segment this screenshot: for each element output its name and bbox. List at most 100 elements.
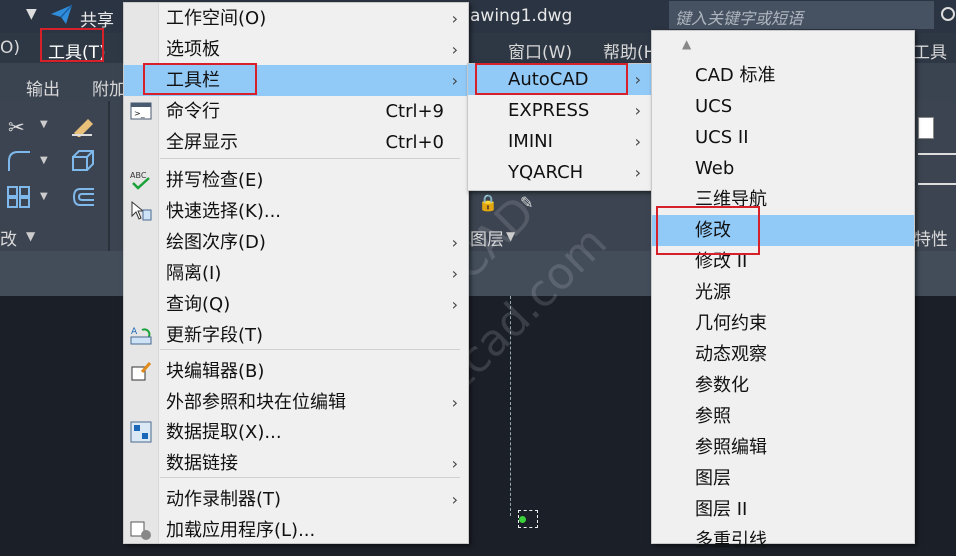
autocad-submenu-item[interactable]: 参数化 [652, 370, 914, 401]
menu-item-shortcut: Ctrl+9 [385, 101, 444, 122]
submenu-arrow-icon: › [451, 9, 458, 28]
menu-separator [160, 477, 460, 478]
menu-item-label: 动态观察 [695, 344, 767, 365]
menu-item-label: 快速选择(K)... [166, 201, 282, 222]
dropdown-icon[interactable]: ▼ [40, 119, 48, 130]
menu-item-label: 几何约束 [695, 313, 767, 334]
menu-item-label: Web [695, 158, 735, 179]
menu-separator [160, 349, 460, 350]
menu-item-label: 动作录制器(T) [166, 489, 282, 510]
autocad-submenu-item[interactable]: UCS II [652, 122, 914, 153]
search-input[interactable]: 键入关键字或短语 [669, 1, 934, 29]
share-icon[interactable] [50, 4, 73, 26]
menu-separator [160, 158, 460, 159]
tab-output[interactable]: 输出 [26, 75, 60, 100]
autocad-submenu-item[interactable]: 参照 [652, 401, 914, 432]
panel-modify-label[interactable]: 改 [0, 225, 17, 250]
abc-icon: ABC [130, 169, 152, 191]
tools-menu-item[interactable]: 查询(Q) › [124, 289, 468, 320]
autocad-submenu-item[interactable]: 光源 [652, 277, 914, 308]
menu-item-label: 参照编辑 [695, 437, 767, 458]
svg-text:ABC: ABC [130, 171, 147, 180]
tools-menu-item[interactable]: 命令行 Ctrl+9 >_ [124, 96, 468, 127]
search-icon[interactable] [940, 6, 956, 28]
dropdown-icon[interactable]: ▼ [40, 155, 48, 166]
autocad-submenu-item[interactable]: 多重引线 [652, 525, 914, 556]
menu-item-label: 更新字段(T) [166, 325, 264, 346]
autocad-submenu-item[interactable]: UCS [652, 91, 914, 122]
box-3d-icon[interactable] [70, 149, 96, 177]
menu-window[interactable]: 窗口(W) [508, 38, 572, 63]
autocad-submenu-item[interactable]: 几何约束 [652, 308, 914, 339]
menu-item-label: 查询(Q) [166, 294, 231, 315]
search-placeholder: 键入关键字或短语 [675, 9, 804, 28]
tools-menu-item[interactable]: 块编辑器(B) [124, 356, 468, 387]
annotation-modify-box [656, 206, 760, 255]
property-line-2 [918, 183, 956, 185]
toolbar-submenu-item[interactable]: YQARCH › [468, 157, 651, 188]
menu-item-label: 绘图次序(D) [166, 232, 266, 253]
color-swatch[interactable] [918, 117, 934, 139]
tools-menu-item[interactable]: 加载应用程序(L)... [124, 515, 468, 546]
toolbar-submenu-item[interactable]: EXPRESS › [468, 95, 651, 126]
tools-menu-item[interactable]: 数据提取(X)... [124, 417, 468, 448]
tab-addon[interactable]: 附加 [92, 75, 126, 100]
erase-icon[interactable] [70, 115, 96, 141]
autocad-submenu-item[interactable]: 动态观察 [652, 339, 914, 370]
autocad-submenu-item[interactable]: 图层 II [652, 494, 914, 525]
autocad-submenu-item[interactable]: 参照编辑 [652, 432, 914, 463]
green-dot-icon [519, 516, 526, 523]
tools-menu-item[interactable]: 绘图次序(D) › [124, 227, 468, 258]
scroll-up-icon[interactable]: ▲ [682, 37, 691, 51]
menu-fragment-right[interactable]: 工具 [913, 38, 947, 63]
panel-modify-expand-icon[interactable]: ▼ [26, 229, 35, 243]
tools-menu-item[interactable]: 外部参照和块在位编辑 › [124, 387, 468, 418]
submenu-arrow-icon: › [451, 40, 458, 59]
app-icon [130, 519, 152, 541]
menu-fragment-left[interactable]: O) [0, 38, 20, 58]
file-name: awing1.dwg [470, 6, 573, 26]
quick-access-dropdown-icon[interactable]: ▼ [26, 6, 37, 22]
array-icon[interactable] [6, 185, 32, 213]
menu-item-label: 外部参照和块在位编辑 [166, 392, 346, 413]
cmd-icon: >_ [130, 100, 152, 122]
submenu-arrow-icon: › [451, 295, 458, 314]
tools-menu-item[interactable]: 数据链接 › [124, 448, 468, 479]
tools-menu-item[interactable]: 拼写检查(E) ABC [124, 165, 468, 196]
svg-text:A: A [131, 327, 138, 337]
offset-icon[interactable] [70, 185, 96, 213]
menu-item-label: 数据链接 [166, 453, 238, 474]
tools-menu-item[interactable]: 工作空间(O) › [124, 3, 468, 34]
submenu-arrow-icon: › [634, 132, 641, 151]
tools-menu-item[interactable]: 全屏显示 Ctrl+0 [124, 127, 468, 158]
menu-item-label: 加载应用程序(L)... [166, 520, 316, 541]
tools-menu-item[interactable]: 选项板 › [124, 34, 468, 65]
annotation-tools-box [40, 28, 104, 62]
menu-item-label: 命令行 [166, 101, 220, 122]
tools-menu-item[interactable]: 更新字段(T) A [124, 320, 468, 351]
submenu-arrow-icon: › [634, 163, 641, 182]
submenu-arrow-icon: › [634, 70, 641, 89]
toolbar-submenu-item[interactable]: IMINI › [468, 126, 651, 157]
submenu-arrow-icon: › [451, 264, 458, 283]
menu-item-label: UCS II [695, 127, 749, 148]
menu-help[interactable]: 帮助(H [603, 38, 656, 63]
svg-text:>_: >_ [134, 109, 146, 118]
annotation-toolbar-box [143, 63, 257, 95]
tools-menu-item[interactable]: 快速选择(K)... [124, 196, 468, 227]
menu-item-label: EXPRESS [508, 100, 590, 121]
menu-item-label: 全屏显示 [166, 132, 238, 153]
fillet-icon[interactable] [6, 149, 32, 177]
menu-item-label: 图层 [695, 468, 731, 489]
menu-item-label: 拼写检查(E) [166, 170, 264, 191]
menu-item-label: CAD 标准 [695, 65, 776, 86]
panel-props-label[interactable]: 特性 [914, 225, 948, 250]
autocad-submenu-item[interactable]: 图层 [652, 463, 914, 494]
trim-icon[interactable]: ✂ [8, 115, 25, 139]
autocad-submenu-item[interactable]: Web [652, 153, 914, 184]
tools-menu-item[interactable]: 隔离(I) › [124, 258, 468, 289]
dropdown-icon[interactable]: ▼ [40, 191, 48, 202]
autocad-submenu-item[interactable]: CAD 标准 [652, 60, 914, 91]
tools-menu-item[interactable]: 动作录制器(T) › [124, 484, 468, 515]
menu-item-label: 数据提取(X)... [166, 422, 282, 443]
